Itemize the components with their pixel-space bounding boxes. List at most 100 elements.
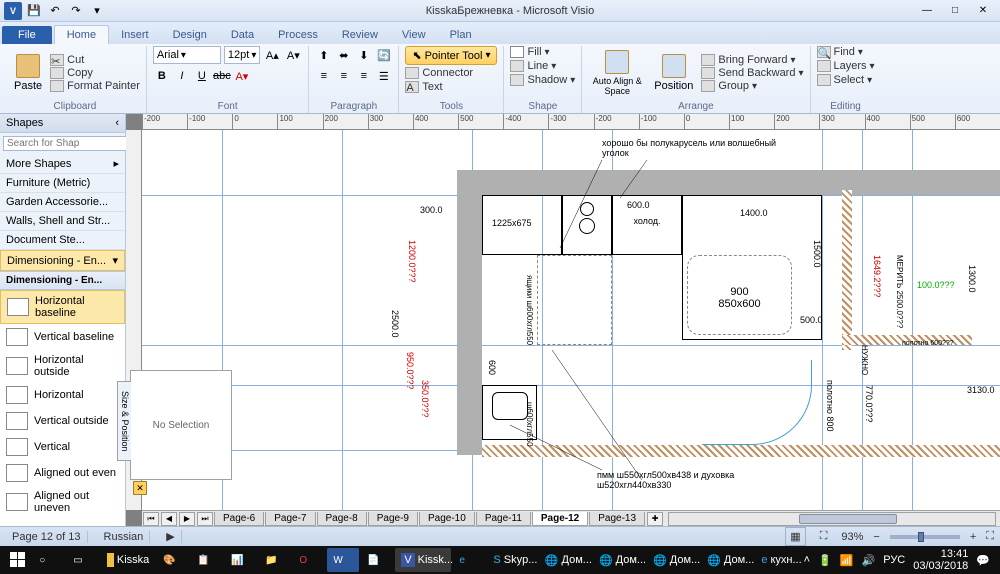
page-tab[interactable]: Page-9 bbox=[368, 512, 418, 526]
tray-wifi-icon[interactable]: 📶 bbox=[840, 554, 854, 567]
redo-button[interactable]: ↷ bbox=[67, 2, 85, 20]
task-browser[interactable]: 🌐Дом... bbox=[701, 548, 753, 572]
stencil-dimensioning[interactable]: Dimensioning - En...▾ bbox=[0, 250, 125, 271]
align-left-button[interactable]: ≡ bbox=[315, 67, 333, 85]
page-tab[interactable]: Page-11 bbox=[476, 512, 531, 526]
align-right-button[interactable]: ≡ bbox=[355, 67, 373, 85]
maximize-button[interactable]: □ bbox=[942, 3, 968, 19]
fill-button[interactable]: Fill ▾ bbox=[510, 46, 549, 58]
task-skype[interactable]: SSkyp... bbox=[487, 548, 536, 572]
taskview-button[interactable]: ▭ bbox=[67, 548, 99, 572]
shape-horizontal-baseline[interactable]: Horizontal baseline bbox=[0, 290, 125, 324]
zoom-out-button[interactable]: − bbox=[873, 531, 879, 543]
page-next-button[interactable]: ▶ bbox=[179, 512, 195, 526]
grow-font-button[interactable]: A▴ bbox=[263, 46, 281, 64]
start-button[interactable] bbox=[4, 552, 31, 568]
page-tab[interactable]: Page-6 bbox=[214, 512, 264, 526]
drawing-canvas[interactable]: холод. 900850x600 хорошо бы полукарусель… bbox=[142, 130, 1000, 510]
zoom-slider-thumb[interactable] bbox=[918, 532, 924, 542]
tray-volume-icon[interactable]: 🔊 bbox=[862, 554, 876, 567]
orientation-button[interactable]: 🔄 bbox=[375, 46, 393, 64]
zoom-in-button[interactable]: + bbox=[970, 531, 976, 543]
position-button[interactable]: Position bbox=[650, 52, 697, 94]
status-language[interactable]: Russian bbox=[98, 531, 151, 543]
task-browser[interactable]: eкухн... bbox=[755, 548, 801, 572]
tab-view[interactable]: View bbox=[390, 26, 438, 44]
connector-button[interactable]: Connector bbox=[405, 67, 473, 79]
zoom-fit-button[interactable]: ⛶ bbox=[986, 530, 994, 543]
text-tool-button[interactable]: AText bbox=[405, 81, 442, 93]
font-size-combo[interactable]: 12pt▾ bbox=[224, 46, 260, 64]
layers-button[interactable]: Layers ▾ bbox=[817, 60, 875, 72]
bullets-button[interactable]: ☰ bbox=[375, 67, 393, 85]
shape-vertical-baseline[interactable]: Vertical baseline bbox=[0, 324, 125, 350]
page-first-button[interactable]: ⏮ bbox=[143, 512, 159, 526]
pointer-tool-button[interactable]: ⬉Pointer Tool▾ bbox=[405, 46, 497, 65]
qat-dropdown[interactable]: ▾ bbox=[88, 2, 106, 20]
stencil-garden[interactable]: Garden Accessorie... bbox=[0, 193, 125, 212]
shapes-pane-chevron-icon[interactable]: ‹ bbox=[115, 117, 119, 129]
task-app[interactable]: 📄 bbox=[361, 548, 393, 572]
tray-language[interactable]: РУС bbox=[883, 554, 905, 566]
bring-forward-button[interactable]: Bring Forward ▾ bbox=[701, 54, 803, 66]
format-painter-button[interactable]: Format Painter bbox=[50, 80, 140, 92]
underline-button[interactable]: U bbox=[193, 67, 211, 85]
size-position-close-button[interactable]: ✕ bbox=[133, 481, 147, 495]
tab-plan[interactable]: Plan bbox=[438, 26, 484, 44]
stencil-furniture[interactable]: Furniture (Metric) bbox=[0, 174, 125, 193]
taskbar-clock[interactable]: 13:4103/03/2018 bbox=[913, 548, 968, 572]
line-button[interactable]: Line ▾ bbox=[510, 60, 556, 72]
shape-vertical[interactable]: Vertical bbox=[0, 434, 125, 460]
task-app[interactable]: 📋 bbox=[191, 548, 223, 572]
align-center-button[interactable]: ≡ bbox=[335, 67, 353, 85]
task-browser[interactable]: 🌐Дом... bbox=[593, 548, 645, 572]
font-color-button[interactable]: A▾ bbox=[233, 67, 251, 85]
more-shapes-button[interactable]: More Shapes▸ bbox=[0, 154, 125, 174]
align-middle-button[interactable]: ⬌ bbox=[335, 46, 353, 64]
shrink-font-button[interactable]: A▾ bbox=[284, 46, 302, 64]
tab-design[interactable]: Design bbox=[161, 26, 219, 44]
shape-aligned-out-uneven[interactable]: Aligned out uneven bbox=[0, 486, 125, 518]
minimize-button[interactable]: — bbox=[914, 3, 940, 19]
page-add-button[interactable]: ✚ bbox=[647, 512, 663, 526]
italic-button[interactable]: I bbox=[173, 67, 191, 85]
visio-icon[interactable]: V bbox=[4, 2, 22, 20]
select-button[interactable]: Select ▾ bbox=[817, 74, 873, 86]
file-tab[interactable]: File bbox=[2, 26, 52, 44]
task-app[interactable]: 🎨 bbox=[157, 548, 189, 572]
undo-button[interactable]: ↶ bbox=[46, 2, 64, 20]
bold-button[interactable]: B bbox=[153, 67, 171, 85]
find-button[interactable]: 🔍Find ▾ bbox=[817, 46, 863, 58]
scrollbar-thumb[interactable] bbox=[799, 514, 897, 524]
shape-search-input[interactable] bbox=[3, 136, 143, 151]
task-browser[interactable]: 🌐Дом... bbox=[647, 548, 699, 572]
tab-home[interactable]: Home bbox=[54, 25, 109, 44]
font-name-combo[interactable]: Arial▾ bbox=[153, 46, 221, 64]
align-top-button[interactable]: ⬆ bbox=[315, 46, 333, 64]
task-opera[interactable]: O bbox=[293, 548, 325, 572]
size-position-tab[interactable]: Size & Position bbox=[117, 381, 131, 461]
stencil-document[interactable]: Document Ste... bbox=[0, 231, 125, 250]
shape-horizontal[interactable]: Horizontal bbox=[0, 382, 125, 408]
cortana-button[interactable]: ○ bbox=[33, 548, 65, 572]
horizontal-scrollbar[interactable] bbox=[668, 512, 996, 526]
page-tab[interactable]: Page-10 bbox=[419, 512, 475, 526]
status-macro-icon[interactable]: ▶ bbox=[160, 530, 181, 543]
task-edge[interactable]: e bbox=[453, 548, 485, 572]
page-tab[interactable]: Page-13 bbox=[589, 512, 645, 526]
tab-review[interactable]: Review bbox=[330, 26, 390, 44]
group-button[interactable]: Group ▾ bbox=[701, 80, 803, 92]
tray-battery-icon[interactable]: 🔋 bbox=[818, 554, 832, 567]
tray-up-icon[interactable]: ˄ bbox=[804, 554, 810, 566]
copy-button[interactable]: Copy bbox=[50, 67, 140, 79]
task-word[interactable]: W bbox=[327, 548, 359, 572]
task-app[interactable]: 📁 bbox=[259, 548, 291, 572]
shadow-button[interactable]: Shadow ▾ bbox=[510, 74, 575, 86]
close-button[interactable]: ✕ bbox=[970, 3, 996, 19]
page-last-button[interactable]: ⏭ bbox=[197, 512, 213, 526]
view-normal-button[interactable]: ▦ bbox=[785, 527, 805, 546]
tab-data[interactable]: Data bbox=[219, 26, 266, 44]
shape-horizontal-outside[interactable]: Horizontal outside bbox=[0, 350, 125, 382]
paste-button[interactable]: Paste bbox=[10, 52, 46, 94]
task-browser[interactable]: 🌐Дом... bbox=[539, 548, 591, 572]
